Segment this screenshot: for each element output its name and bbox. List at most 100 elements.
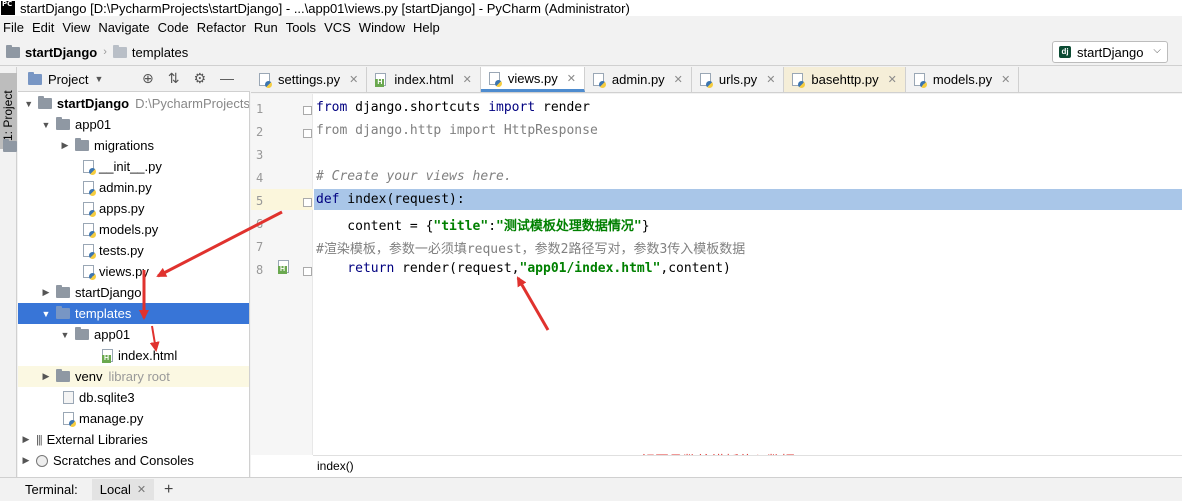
project-view-selector[interactable]: Project ▼ xyxy=(18,71,103,87)
project-panel-title: Project xyxy=(48,71,89,87)
tree-node-manage[interactable]: manage.py xyxy=(18,408,249,429)
close-icon[interactable]: ✕ xyxy=(567,72,576,85)
fold-marker-icon[interactable] xyxy=(303,106,312,115)
expanded-arrow-icon[interactable]: ▼ xyxy=(39,309,53,319)
tree-node-label: apps.py xyxy=(99,201,145,216)
tree-node-external-libraries[interactable]: ▶ ||| External Libraries xyxy=(18,429,249,450)
tree-node-index-html[interactable]: index.html xyxy=(18,345,249,366)
hide-panel-icon[interactable]: — xyxy=(220,70,234,87)
scratches-icon xyxy=(36,454,48,467)
collapsed-arrow-icon[interactable]: ▶ xyxy=(39,371,53,382)
tab-urls-py[interactable]: urls.py ✕ xyxy=(691,67,785,92)
tree-node-templates-app01[interactable]: ▼ app01 xyxy=(18,324,249,345)
tab-label: admin.py xyxy=(611,72,665,87)
add-terminal-icon[interactable]: + xyxy=(164,481,173,499)
tree-node-scratches[interactable]: ▶ Scratches and Consoles xyxy=(18,450,249,471)
tree-node-label: manage.py xyxy=(79,411,144,426)
close-icon[interactable]: ✕ xyxy=(888,73,897,86)
gear-icon[interactable]: ⚙ xyxy=(193,70,206,87)
tree-node-views[interactable]: views.py xyxy=(18,261,249,282)
breadcrumb-folder[interactable]: templates xyxy=(112,44,188,60)
close-icon[interactable]: ✕ xyxy=(674,73,683,86)
tree-node-init[interactable]: __init__.py xyxy=(18,156,249,177)
code-token: HttpResponse xyxy=(496,123,598,138)
chevron-down-icon: ⌵ xyxy=(1153,45,1161,56)
close-icon[interactable]: ✕ xyxy=(349,73,358,86)
menu-help[interactable]: Help xyxy=(410,20,445,35)
fold-marker-icon[interactable] xyxy=(303,267,312,276)
html-file-icon xyxy=(102,349,113,363)
code-token: content = { xyxy=(316,219,434,234)
python-file-icon xyxy=(913,73,927,88)
tree-node-venv[interactable]: ▶ venv library root xyxy=(18,366,249,387)
breadcrumb-project[interactable]: startDjango xyxy=(6,44,97,60)
folder-icon xyxy=(56,117,70,130)
close-icon[interactable]: ✕ xyxy=(766,73,775,86)
tree-node-admin[interactable]: admin.py xyxy=(18,177,249,198)
tab-admin-py[interactable]: admin.py ✕ xyxy=(584,67,692,92)
code-editor[interactable]: 1 2 3 4 5 6 7 8 from django.shortcuts im… xyxy=(251,94,1182,477)
menu-refactor[interactable]: Refactor xyxy=(194,20,251,35)
tree-node-label: app01 xyxy=(94,327,131,342)
expanded-arrow-icon[interactable]: ▼ xyxy=(39,120,53,130)
template-gutter-icon[interactable] xyxy=(278,260,289,274)
code-token: import xyxy=(449,123,497,138)
code-token: django.shortcuts xyxy=(347,100,489,115)
menu-code[interactable]: Code xyxy=(155,20,194,35)
tree-node-root[interactable]: ▼ startDjango D:\PycharmProjects xyxy=(18,93,249,114)
tree-node-models[interactable]: models.py xyxy=(18,219,249,240)
close-icon[interactable]: ✕ xyxy=(463,73,472,86)
tab-settings-py[interactable]: settings.py ✕ xyxy=(251,67,368,92)
tab-basehttp-py[interactable]: basehttp.py ✕ xyxy=(784,67,906,92)
tree-node-apps[interactable]: apps.py xyxy=(18,198,249,219)
collapsed-arrow-icon[interactable]: ▶ xyxy=(19,455,33,466)
collapsed-arrow-icon[interactable]: ▶ xyxy=(58,140,72,151)
menu-file[interactable]: File xyxy=(0,20,29,35)
tree-node-label: migrations xyxy=(94,138,154,153)
tree-node-db[interactable]: db.sqlite3 xyxy=(18,387,249,408)
menu-run[interactable]: Run xyxy=(251,20,283,35)
menu-window[interactable]: Window xyxy=(356,20,410,35)
menu-view[interactable]: View xyxy=(59,20,95,35)
project-tool-button[interactable]: 1: Project xyxy=(0,73,17,152)
terminal-label: Terminal: xyxy=(25,482,78,497)
tree-node-app01[interactable]: ▼ app01 xyxy=(18,114,249,135)
menu-vcs[interactable]: VCS xyxy=(321,20,356,35)
terminal-tab-local[interactable]: Local ✕ xyxy=(91,479,155,500)
expanded-arrow-icon[interactable]: ▼ xyxy=(58,330,72,340)
tree-node-migrations[interactable]: ▶ migrations xyxy=(18,135,249,156)
locate-file-icon[interactable]: ⊕ xyxy=(142,70,154,87)
menu-edit[interactable]: Edit xyxy=(29,20,59,35)
python-file-icon xyxy=(592,73,606,88)
menu-tools[interactable]: Tools xyxy=(283,20,321,35)
python-file-icon xyxy=(63,412,76,427)
menu-navigate[interactable]: Navigate xyxy=(95,20,154,35)
folder-icon xyxy=(75,138,89,151)
expanded-arrow-icon[interactable]: ▼ xyxy=(22,99,35,109)
fold-marker-icon[interactable] xyxy=(303,129,312,138)
collapsed-arrow-icon[interactable]: ▶ xyxy=(19,434,33,445)
run-configuration-select[interactable]: dj startDjango ⌵ xyxy=(1052,41,1168,63)
fold-marker-icon[interactable] xyxy=(303,198,312,207)
tab-views-py[interactable]: views.py ✕ xyxy=(480,67,585,92)
tree-node-tests[interactable]: tests.py xyxy=(18,240,249,261)
tree-node-label: admin.py xyxy=(99,180,152,195)
code-token: ,content) xyxy=(660,261,731,276)
python-file-icon xyxy=(83,223,96,238)
python-file-icon xyxy=(83,202,96,217)
tree-node-startdjango-pkg[interactable]: ▶ startDjango xyxy=(18,282,249,303)
collapse-all-icon[interactable]: ⇅ xyxy=(168,70,180,87)
close-icon[interactable]: ✕ xyxy=(1001,73,1010,86)
tab-index-html[interactable]: index.html ✕ xyxy=(367,67,481,92)
tree-node-label: startDjango xyxy=(75,285,142,300)
code-token: from xyxy=(316,123,348,138)
tree-node-label: startDjango xyxy=(56,96,130,111)
code-breadcrumb[interactable]: index() xyxy=(313,455,1182,477)
tree-node-templates[interactable]: ▼ templates xyxy=(18,303,249,324)
line-number: 3 xyxy=(256,148,264,162)
line-number: 1 xyxy=(256,102,264,116)
close-icon[interactable]: ✕ xyxy=(137,483,146,496)
collapsed-arrow-icon[interactable]: ▶ xyxy=(39,287,53,298)
tab-models-py[interactable]: models.py ✕ xyxy=(905,67,1020,92)
window-title-bar: PC startDjango [D:\PycharmProjects\start… xyxy=(0,0,1182,16)
